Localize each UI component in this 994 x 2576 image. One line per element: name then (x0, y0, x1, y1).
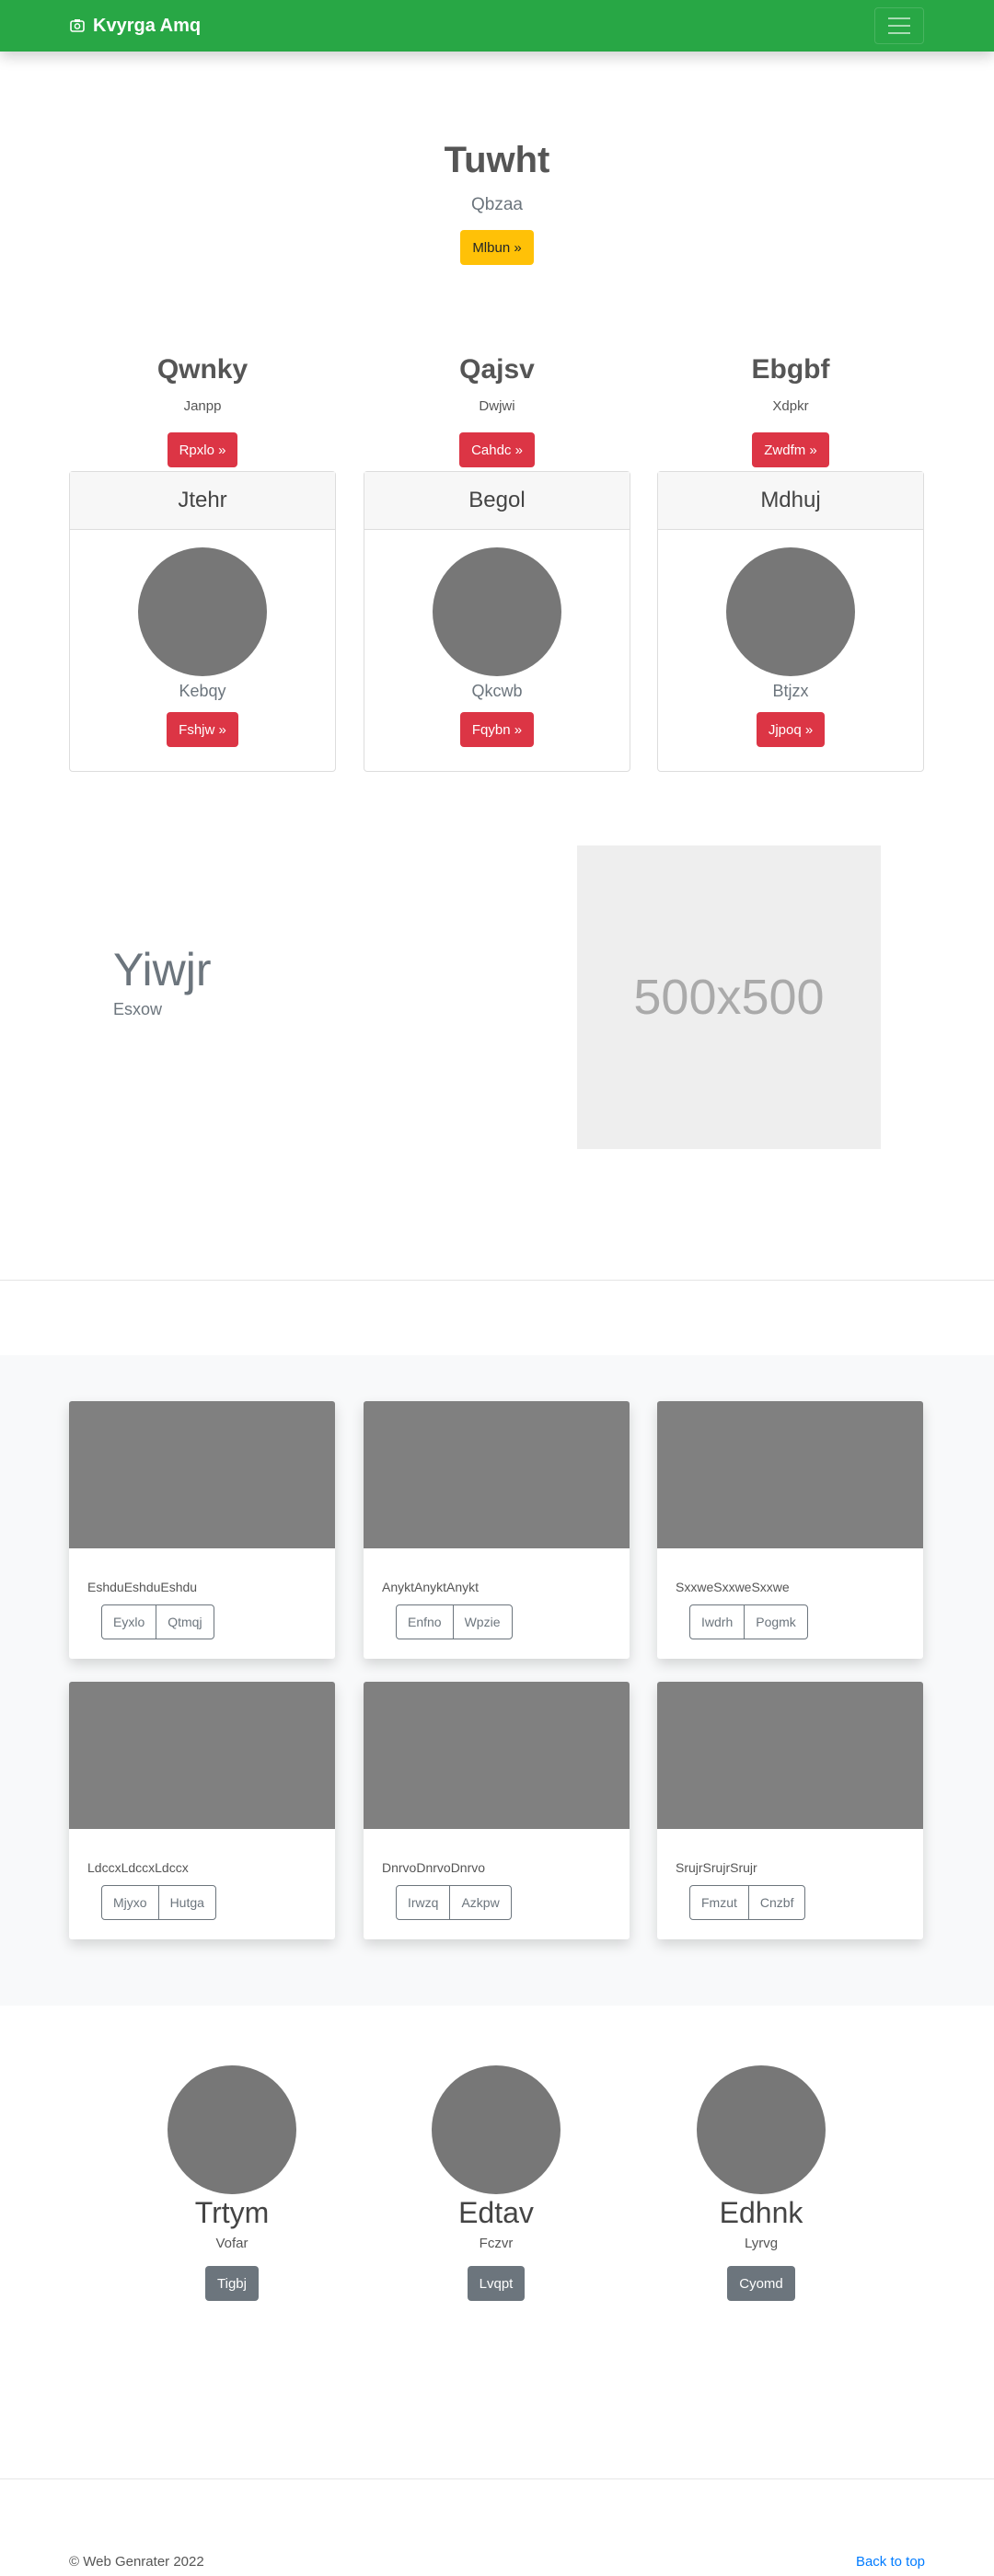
avatar (168, 2065, 296, 2194)
avatar (726, 547, 855, 676)
button-group: Irwzq Azkpw (396, 1885, 512, 1920)
team-button[interactable]: Tigbj (205, 2266, 259, 2301)
showcase-text: Yiwjr Esxow (113, 943, 211, 1019)
placeholder-image: 500x500 (577, 845, 881, 1149)
card-button[interactable]: Fshjw » (167, 712, 238, 747)
button-group: Enfno Wpzie (396, 1604, 513, 1639)
album-card-text: LdccxLdccxLdccx (87, 1860, 189, 1875)
album-button[interactable]: Cnzbf (747, 1886, 805, 1919)
card-header: Jtehr (70, 472, 335, 530)
team-member: Edhnk Lyrvg Cyomd (651, 2065, 872, 2301)
back-to-top-link[interactable]: Back to top (856, 2554, 925, 2570)
button-group: Eyxlo Qtmqj (101, 1604, 214, 1639)
thumbnail-image (657, 1682, 923, 1829)
thumbnail-image (69, 1682, 335, 1829)
card-button[interactable]: Jjpoq » (756, 712, 826, 747)
hero-subtitle: Qbzaa (471, 195, 523, 214)
album-card: EshduEshduEshdu Eyxlo Qtmqj (69, 1401, 335, 1659)
team-name: Edtav (458, 2196, 534, 2229)
hero: Tuwht Qbzaa Mlbun » (0, 140, 994, 265)
feature-button[interactable]: Cahdc » (459, 432, 535, 467)
album-card: SrujrSrujrSrujr Fmzut Cnzbf (657, 1682, 923, 1939)
album-card: SxxweSxxweSxxwe Iwdrh Pogmk (657, 1401, 923, 1659)
feature-column: Qwnky Janpp Rpxlo » (69, 354, 336, 467)
card-header: Mdhuj (658, 472, 923, 530)
avatar (697, 2065, 826, 2194)
team-button[interactable]: Lvqpt (467, 2266, 526, 2301)
avatar (138, 547, 267, 676)
profile-card: Jtehr Kebqy Fshjw » (69, 471, 336, 772)
team-member: Edtav Fczvr Lvqpt (386, 2065, 607, 2301)
showcase-title: Yiwjr (113, 944, 212, 995)
feature-button[interactable]: Zwdfm » (752, 432, 829, 467)
thumbnail-image (69, 1401, 335, 1548)
card-name: Btjzx (772, 682, 809, 700)
card-header: Begol (364, 472, 630, 530)
feature-title: Qwnky (156, 354, 248, 385)
thumbnail-image (657, 1401, 923, 1548)
button-group: Fmzut Cnzbf (689, 1885, 806, 1920)
album-button[interactable]: Mjyxo (102, 1886, 158, 1919)
album-card: AnyktAnyktAnykt Enfno Wpzie (364, 1401, 630, 1659)
navbar: Kvyrga Amq (0, 0, 994, 52)
team-role: Lyrvg (744, 2236, 779, 2251)
feature-column: Ebgbf Xdpkr Zwdfm » (657, 354, 924, 467)
feature-text: Janpp (183, 398, 222, 414)
hero-button[interactable]: Mlbun » (460, 230, 534, 265)
thumbnail-image (364, 1682, 630, 1829)
album-card-text: DnrvoDnrvoDnrvo (382, 1860, 486, 1875)
feature-title: Qajsv (459, 354, 535, 385)
avatar (433, 547, 561, 676)
avatar (432, 2065, 561, 2194)
album-button[interactable]: Fmzut (690, 1886, 748, 1919)
card-button[interactable]: Fqybn » (459, 712, 535, 747)
footer-divider (0, 2478, 994, 2479)
album-button[interactable]: Enfno (397, 1605, 453, 1639)
album-button[interactable]: Azkpw (449, 1886, 510, 1919)
album-card-text: EshduEshduEshdu (87, 1580, 198, 1594)
team-name: Trtym (194, 2196, 270, 2229)
profile-card: Mdhuj Btjzx Jjpoq » (657, 471, 924, 772)
feature-button[interactable]: Rpxlo » (167, 432, 238, 467)
album-card-text: SxxweSxxweSxxwe (676, 1580, 790, 1594)
hamburger-icon[interactable] (874, 7, 924, 44)
team-button[interactable]: Cyomd (727, 2266, 795, 2301)
team-name: Edhnk (719, 2196, 803, 2229)
album-button[interactable]: Hutga (157, 1886, 215, 1919)
showcase-subtitle: Esxow (113, 1000, 163, 1018)
button-group: Mjyxo Hutga (101, 1885, 216, 1920)
team-role: Vofar (215, 2236, 248, 2251)
feature-column: Qajsv Dwjwi Cahdc » (364, 354, 630, 467)
album-button[interactable]: Iwdrh (690, 1605, 744, 1639)
album-button[interactable]: Eyxlo (102, 1605, 156, 1639)
brand-name: Kvyrga Amq (93, 15, 202, 36)
album-card: LdccxLdccxLdccx Mjyxo Hutga (69, 1682, 335, 1939)
divider (0, 1280, 994, 1281)
album-button[interactable]: Wpzie (452, 1605, 512, 1639)
camera-icon (70, 19, 85, 32)
team-role: Fczvr (479, 2236, 514, 2251)
feature-text: Xdpkr (772, 398, 809, 414)
feature-text: Dwjwi (479, 398, 515, 414)
album-card: DnrvoDnrvoDnrvo Irwzq Azkpw (364, 1682, 630, 1939)
album-button[interactable]: Pogmk (744, 1605, 807, 1639)
copyright: © Web Genrater 2022 (69, 2554, 204, 2570)
team-member: Trtym Vofar Tigbj (121, 2065, 342, 2301)
feature-title: Ebgbf (751, 354, 830, 385)
profile-card: Begol Qkcwb Fqybn » (364, 471, 630, 772)
thumbnail-image (364, 1401, 630, 1548)
album-button[interactable]: Qtmqj (156, 1605, 213, 1639)
button-group: Iwdrh Pogmk (689, 1604, 808, 1639)
card-name: Qkcwb (471, 682, 523, 700)
album-button[interactable]: Irwzq (397, 1886, 449, 1919)
card-name: Kebqy (179, 682, 226, 700)
album-card-text: AnyktAnyktAnykt (382, 1580, 480, 1594)
brand-link[interactable]: Kvyrga Amq (69, 0, 201, 52)
album-card-text: SrujrSrujrSrujr (676, 1860, 757, 1875)
hero-title: Tuwht (444, 140, 550, 180)
